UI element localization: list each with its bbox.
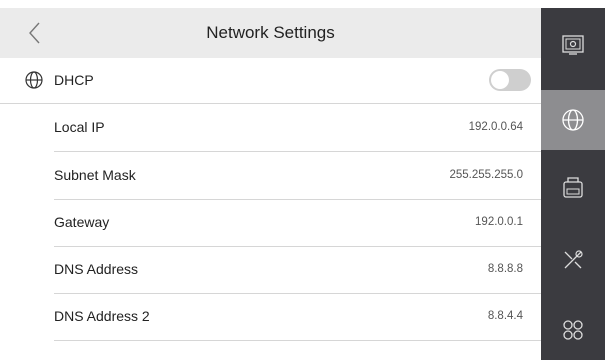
sidebar-item-maintenance[interactable] (541, 236, 605, 283)
field-label: Gateway (54, 214, 110, 230)
toggle-knob (491, 71, 509, 89)
sidebar-item-display-settings[interactable] (541, 21, 605, 68)
field-value: 8.8.8.8 (487, 263, 523, 275)
dhcp-label: DHCP (54, 72, 94, 88)
globe-icon (562, 109, 584, 131)
field-value: 192.0.0.64 (468, 121, 523, 133)
dhcp-row: DHCP (0, 58, 541, 104)
field-value: 192.0.0.1 (475, 216, 523, 228)
header-bar: Network Settings (0, 8, 541, 58)
sidebar-item-apps[interactable] (541, 306, 605, 353)
field-row-subnet-mask[interactable]: Subnet Mask 255.255.255.0 (0, 152, 541, 199)
dhcp-toggle[interactable] (489, 69, 531, 91)
field-value: 8.8.4.4 (487, 310, 523, 322)
field-row-local-ip[interactable]: Local IP 192.0.0.64 (0, 104, 541, 151)
network-settings-panel: Network Settings DHCP Local IP 192.0.0.6… (0, 0, 541, 360)
field-row-dns-address-2[interactable]: DNS Address 2 8.8.4.4 (0, 294, 541, 340)
sidebar-item-network[interactable] (541, 90, 605, 150)
tools-icon (564, 250, 583, 269)
field-label: Local IP (54, 119, 105, 135)
field-label: DNS Address 2 (54, 308, 150, 324)
sidebar-nav (541, 8, 605, 360)
device-icon (563, 177, 583, 198)
field-row-dns-address[interactable]: DNS Address 8.8.8.8 (0, 247, 541, 293)
divider (54, 340, 541, 341)
field-value: 255.255.255.0 (449, 169, 523, 181)
apps-icon (563, 320, 583, 340)
field-row-gateway[interactable]: Gateway 192.0.0.1 (0, 200, 541, 246)
field-label: Subnet Mask (54, 167, 136, 183)
globe-icon (25, 71, 43, 89)
sidebar-item-device[interactable] (541, 163, 605, 210)
settings-display-icon (562, 35, 584, 55)
page-title: Network Settings (206, 23, 335, 42)
field-label: DNS Address (54, 261, 139, 277)
